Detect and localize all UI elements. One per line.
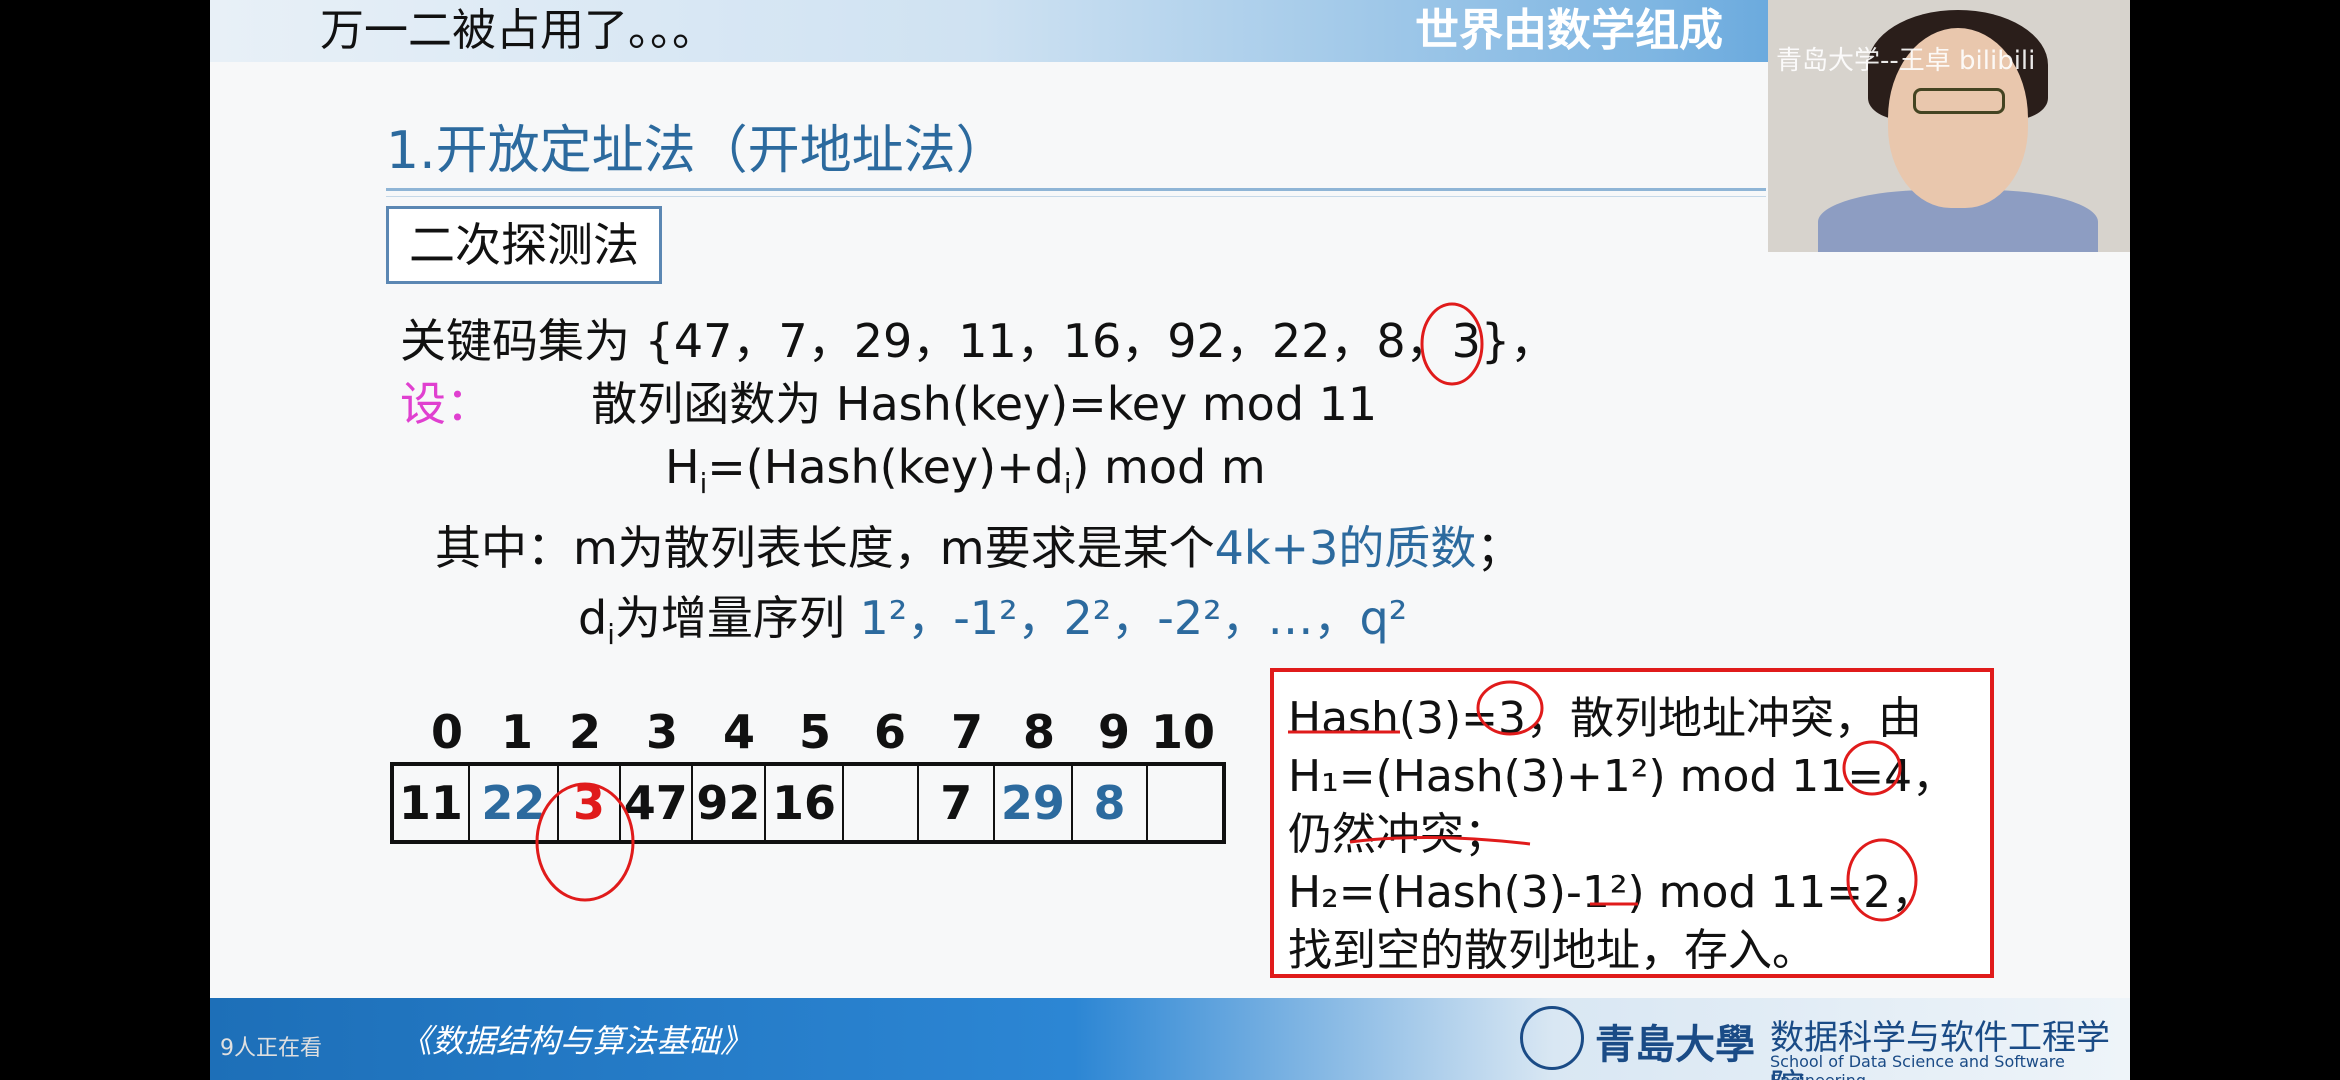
method-label-box: 二次探测法: [386, 206, 662, 284]
example-box: Hash(3)=3，散列地址冲突，由 H₁=(Hash(3)+1²) mod 1…: [1270, 668, 1994, 978]
example-line-2: H₁=(Hash(3)+1²) mod 11=4，: [1288, 751, 1957, 802]
watermark: 青岛大学--王卓 bilibili: [1776, 46, 2036, 76]
viewer-count: 9人正在看: [220, 1036, 322, 1061]
index-label: 10: [1150, 705, 1215, 759]
index-label: 0: [430, 705, 463, 759]
hash-table-cell: 11: [394, 766, 470, 840]
example-line-3: 仍然冲突；: [1288, 809, 1508, 860]
school-name-en: School of Data Science and Software Engi…: [1770, 1052, 2065, 1080]
subtitle-caption: 万一二被占用了。。。: [320, 5, 716, 56]
university-name: 青島大學: [1595, 1022, 1755, 1068]
glasses-icon: [1913, 88, 2005, 114]
index-label: 4: [722, 705, 755, 759]
title-divider-thin: [386, 196, 1766, 197]
index-label: 9: [1097, 705, 1130, 759]
hash-table-cell: 29: [995, 766, 1073, 840]
example-line-5: 找到空的散列地址，存入。: [1288, 925, 1816, 976]
university-logo-icon: [1520, 1006, 1584, 1070]
hash-function-line: 设： 散列函数为 Hash(key)=key mod 11: [400, 368, 1377, 434]
hash-table-cell: [1148, 766, 1222, 840]
banner-title: 世界由数学组成: [1415, 5, 1723, 56]
index-label: 8: [1022, 705, 1055, 759]
where-line: 其中：m为散列表长度，m要求是某个4k+3的质数；: [435, 521, 1523, 575]
index-label: 2: [568, 705, 601, 759]
course-title: 《数据结构与算法基础》: [400, 1022, 753, 1060]
di-line: di为增量序列 1²，-1²，2²，-2²，…，q²: [578, 591, 1408, 652]
slide-title: 1.开放定址法（开地址法）: [386, 121, 1008, 181]
index-label: 6: [873, 705, 906, 759]
hash-function: 散列函数为 Hash(key)=key mod 11: [591, 377, 1378, 431]
index-label: 1: [500, 705, 533, 759]
hash-table-cell: 22: [470, 766, 560, 840]
hash-table-cell: [844, 766, 920, 840]
footer-bar: 9人正在看 《数据结构与算法基础》 青島大學 数据科学与软件工程学院 Schoo…: [210, 998, 2130, 1080]
hash-table-cell: 47: [621, 766, 693, 840]
example-line-4: H₂=(Hash(3)-1²) mod 11=2，: [1288, 867, 1936, 918]
index-label: 5: [798, 705, 831, 759]
hash-table: 11 22 3 47 92 16 7 29 8: [390, 762, 1226, 844]
index-label: 7: [950, 705, 983, 759]
increment-sequence: 1²，-1²，2²，-2²，…，q²: [859, 591, 1408, 645]
keyset-line: 关键码集为 {47，7，29，11，16，92，22，8，3}，: [400, 314, 1557, 368]
hash-table-cell: 3: [559, 766, 621, 840]
webcam-overlay: 青岛大学--王卓 bilibili: [1768, 0, 2130, 252]
example-line-1: Hash(3)=3，散列地址冲突，由: [1288, 693, 1923, 744]
hash-table-cell: 7: [919, 766, 996, 840]
title-divider: [386, 188, 1766, 191]
hash-table-cell: 16: [766, 766, 844, 840]
index-label: 3: [645, 705, 678, 759]
hash-table-cell: 92: [693, 766, 767, 840]
let-label: 设：: [400, 377, 492, 431]
hi-formula: Hi=(Hash(key)+di) mod m: [665, 440, 1266, 501]
hash-table-cell: 8: [1073, 766, 1149, 840]
